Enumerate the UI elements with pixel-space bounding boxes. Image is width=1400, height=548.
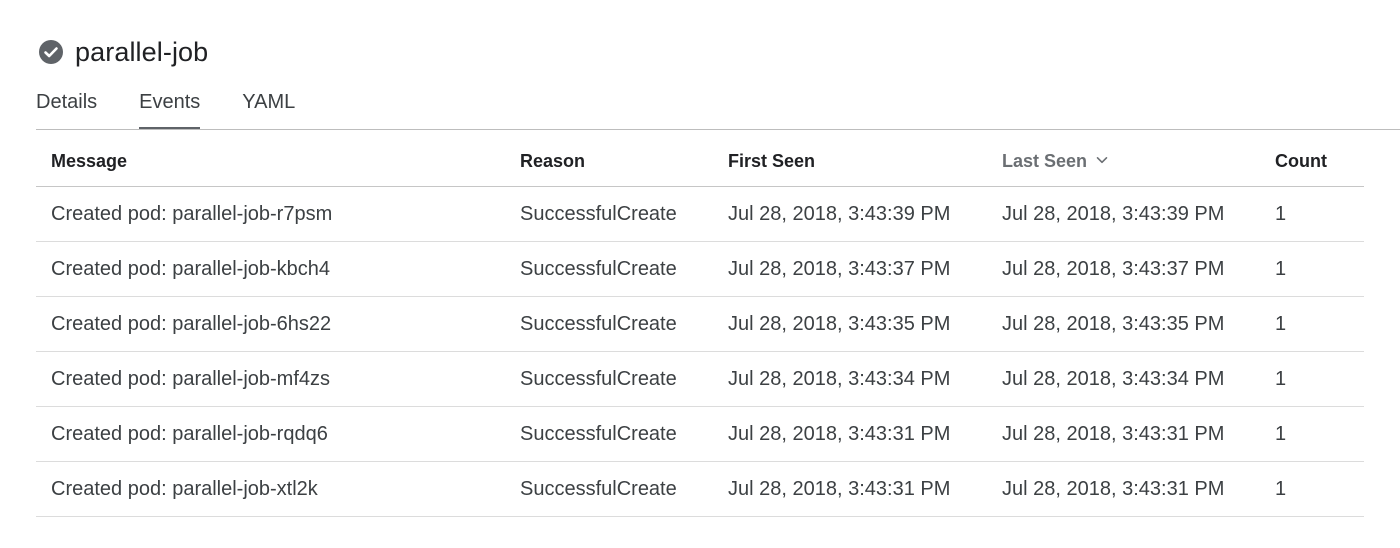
table-row: Created pod: parallel-job-kbch4 Successf… — [36, 241, 1364, 297]
column-header-reason[interactable]: Reason — [505, 137, 713, 187]
cell-message: Created pod: parallel-job-r7psm — [36, 186, 505, 242]
column-header-first-seen[interactable]: First Seen — [713, 137, 987, 187]
column-header-last-seen-label: Last Seen — [1002, 150, 1088, 171]
cell-count: 1 — [1260, 186, 1364, 242]
cell-count: 1 — [1260, 296, 1364, 352]
cell-last-seen: Jul 28, 2018, 3:43:31 PM — [987, 406, 1260, 462]
check-circle-icon — [38, 39, 64, 65]
page-header: parallel-job — [38, 34, 208, 70]
cell-count: 1 — [1260, 351, 1364, 407]
cell-first-seen: Jul 28, 2018, 3:43:37 PM — [713, 241, 987, 297]
cell-reason: SuccessfulCreate — [505, 461, 713, 517]
cell-message: Created pod: parallel-job-mf4zs — [36, 351, 505, 407]
chevron-down-icon[interactable] — [1095, 151, 1109, 172]
tab-details[interactable]: Details — [36, 88, 97, 130]
cell-message: Created pod: parallel-job-6hs22 — [36, 296, 505, 352]
cell-reason: SuccessfulCreate — [505, 186, 713, 242]
cell-reason: SuccessfulCreate — [505, 241, 713, 297]
cell-last-seen: Jul 28, 2018, 3:43:35 PM — [987, 296, 1260, 352]
cell-message: Created pod: parallel-job-rqdq6 — [36, 406, 505, 462]
cell-message: Created pod: parallel-job-kbch4 — [36, 241, 505, 297]
cell-count: 1 — [1260, 461, 1364, 517]
tab-yaml[interactable]: YAML — [242, 88, 295, 130]
tab-bar: Details Events YAML — [36, 88, 337, 130]
cell-last-seen: Jul 28, 2018, 3:43:39 PM — [987, 186, 1260, 242]
tabs-divider — [36, 129, 1400, 130]
cell-count: 1 — [1260, 406, 1364, 462]
column-header-message[interactable]: Message — [36, 137, 505, 187]
cell-reason: SuccessfulCreate — [505, 406, 713, 462]
column-header-count[interactable]: Count — [1260, 137, 1364, 187]
cell-first-seen: Jul 28, 2018, 3:43:35 PM — [713, 296, 987, 352]
cell-last-seen: Jul 28, 2018, 3:43:31 PM — [987, 461, 1260, 517]
table-header-row: Message Reason First Seen Last Seen Coun… — [36, 137, 1364, 187]
cell-last-seen: Jul 28, 2018, 3:43:37 PM — [987, 241, 1260, 297]
cell-count: 1 — [1260, 241, 1364, 297]
cell-first-seen: Jul 28, 2018, 3:43:39 PM — [713, 186, 987, 242]
page-title: parallel-job — [75, 36, 209, 67]
table-row: Created pod: parallel-job-6hs22 Successf… — [36, 296, 1364, 352]
events-table: Message Reason First Seen Last Seen Coun… — [36, 137, 1364, 517]
cell-last-seen: Jul 28, 2018, 3:43:34 PM — [987, 351, 1260, 407]
cell-reason: SuccessfulCreate — [505, 351, 713, 407]
cell-reason: SuccessfulCreate — [505, 296, 713, 352]
cell-first-seen: Jul 28, 2018, 3:43:31 PM — [713, 406, 987, 462]
table-row: Created pod: parallel-job-xtl2k Successf… — [36, 461, 1364, 517]
cell-first-seen: Jul 28, 2018, 3:43:34 PM — [713, 351, 987, 407]
table-row: Created pod: parallel-job-rqdq6 Successf… — [36, 406, 1364, 462]
table-row: Created pod: parallel-job-mf4zs Successf… — [36, 351, 1364, 407]
cell-first-seen: Jul 28, 2018, 3:43:31 PM — [713, 461, 987, 517]
table-row: Created pod: parallel-job-r7psm Successf… — [36, 186, 1364, 242]
tab-events[interactable]: Events — [139, 88, 201, 130]
cell-message: Created pod: parallel-job-xtl2k — [36, 461, 505, 517]
column-header-last-seen[interactable]: Last Seen — [987, 137, 1260, 187]
